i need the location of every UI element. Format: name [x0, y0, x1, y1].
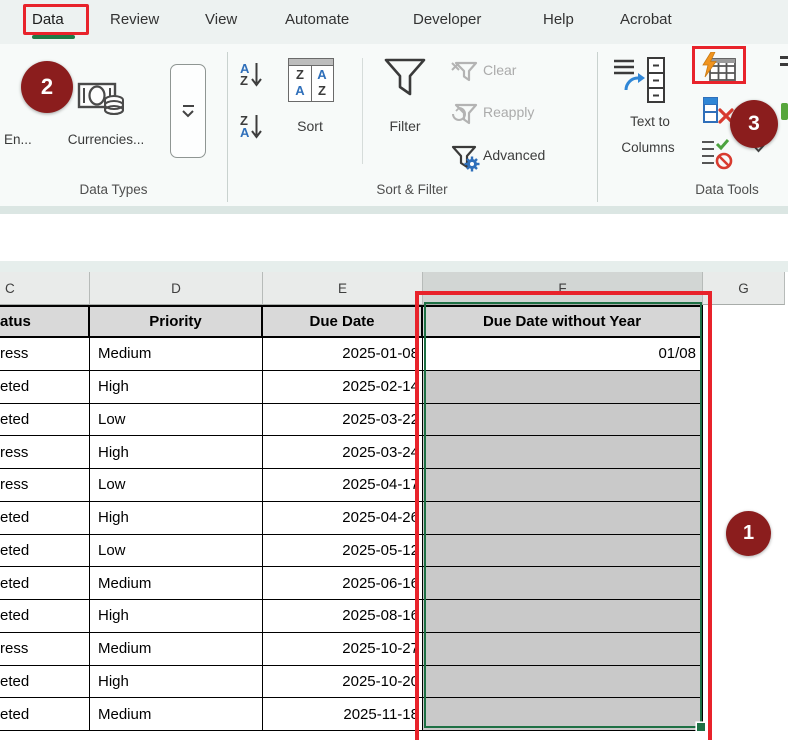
header-cell-status[interactable]: atus: [0, 305, 90, 338]
active-tab-underline: [32, 35, 75, 39]
status-cell[interactable]: ress: [0, 633, 90, 666]
priority-cell[interactable]: High: [90, 436, 263, 469]
due-date-cell[interactable]: 2025-04-26: [263, 502, 423, 535]
currency-icon: [76, 80, 130, 126]
annotation-box-data-tab: [23, 4, 89, 35]
chevron-down-icon: [182, 110, 194, 118]
priority-cell[interactable]: Low: [90, 469, 263, 502]
annotation-badge-2: 2: [21, 61, 73, 113]
priority-cell[interactable]: Low: [90, 404, 263, 437]
clipped-icon-fragment-green: [781, 103, 788, 120]
priority-cell[interactable]: High: [90, 502, 263, 535]
annotation-box-column-f: [415, 291, 712, 740]
due-date-cell[interactable]: 2025-10-20: [263, 666, 423, 699]
annotation-badge-3: 3: [730, 100, 778, 148]
status-cell[interactable]: eted: [0, 698, 90, 731]
due-date-cell[interactable]: 2025-01-08: [263, 338, 423, 371]
status-cell[interactable]: eted: [0, 666, 90, 699]
arrow-down-icon: [251, 62, 262, 88]
group-label-data-tools: Data Tools: [657, 182, 788, 197]
priority-cell[interactable]: High: [90, 666, 263, 699]
data-type-item-partial[interactable]: En...: [4, 132, 32, 147]
tab-developer[interactable]: Developer: [413, 11, 481, 28]
annotation-box-flash-fill: [692, 46, 746, 84]
priority-cell[interactable]: Medium: [90, 698, 263, 731]
sort-descending-button[interactable]: Z A: [240, 114, 262, 140]
column-header-g[interactable]: G: [703, 272, 785, 305]
column-header-c[interactable]: C: [0, 272, 90, 305]
priority-cell[interactable]: High: [90, 600, 263, 633]
status-cell[interactable]: eted: [0, 502, 90, 535]
due-date-cell[interactable]: 2025-04-17: [263, 469, 423, 502]
due-date-cell[interactable]: 2025-10-27: [263, 633, 423, 666]
reapply-filter-icon: [450, 102, 480, 128]
excel-window: Data Review View Automate Developer Help…: [0, 0, 788, 740]
sort-dialog-icon: Z A A Z: [288, 58, 334, 102]
clear-filter-label[interactable]: Clear: [483, 62, 516, 78]
due-date-cell[interactable]: 2025-11-18: [263, 698, 423, 731]
ribbon-bottom-edge: [0, 206, 788, 214]
text-to-columns-icon: [612, 56, 668, 104]
tab-review[interactable]: Review: [110, 11, 159, 28]
data-types-gallery-more-button[interactable]: [170, 64, 206, 158]
advanced-filter-icon: [448, 144, 480, 172]
advanced-filter-label[interactable]: Advanced: [483, 147, 545, 163]
group-separator: [362, 58, 363, 164]
tab-help[interactable]: Help: [543, 11, 574, 28]
status-cell[interactable]: eted: [0, 404, 90, 437]
group-label-sort-filter: Sort & Filter: [227, 182, 597, 197]
due-date-cell[interactable]: 2025-08-16: [263, 600, 423, 633]
column-header-e[interactable]: E: [263, 272, 423, 305]
status-cell[interactable]: ress: [0, 436, 90, 469]
currencies-data-type[interactable]: [76, 80, 130, 126]
priority-cell[interactable]: Medium: [90, 338, 263, 371]
arrow-down-icon: [251, 114, 262, 140]
column-header-d[interactable]: D: [90, 272, 263, 305]
group-label-data-types: Data Types: [0, 182, 227, 197]
text-to-columns-label-2[interactable]: Columns: [610, 140, 686, 155]
due-date-cell[interactable]: 2025-03-22: [263, 404, 423, 437]
group-separator: [597, 52, 598, 202]
annotation-badge-1: 1: [726, 511, 771, 556]
group-separator: [227, 52, 228, 202]
status-cell[interactable]: eted: [0, 371, 90, 404]
priority-cell[interactable]: Medium: [90, 567, 263, 600]
text-to-columns-label-1[interactable]: Text to: [612, 114, 688, 129]
clipped-icon-fragment: [780, 63, 788, 66]
formula-bar-edge: [0, 261, 788, 272]
sort-ascending-button[interactable]: A Z: [240, 62, 262, 88]
ribbon-tab-bar: Data Review View Automate Developer Help…: [0, 0, 788, 44]
due-date-cell[interactable]: 2025-06-16: [263, 567, 423, 600]
sort-button-label[interactable]: Sort: [278, 118, 342, 134]
status-cell[interactable]: ress: [0, 469, 90, 502]
priority-cell[interactable]: Medium: [90, 633, 263, 666]
clipped-icon-fragment: [780, 56, 788, 59]
sort-za-icon: Z A: [240, 115, 249, 139]
due-date-cell[interactable]: 2025-02-14: [263, 371, 423, 404]
tab-automate[interactable]: Automate: [285, 11, 349, 28]
reapply-filter-label[interactable]: Reapply: [483, 104, 534, 120]
header-cell-due-date[interactable]: Due Date: [263, 305, 423, 338]
filter-button-label[interactable]: Filter: [376, 118, 434, 134]
status-cell[interactable]: eted: [0, 600, 90, 633]
header-cell-priority[interactable]: Priority: [90, 305, 263, 338]
tab-acrobat[interactable]: Acrobat: [620, 11, 672, 28]
priority-cell[interactable]: Low: [90, 535, 263, 568]
gallery-more-icon: [183, 105, 194, 107]
tab-view[interactable]: View: [205, 11, 237, 28]
ribbon: En... Currencies...: [0, 44, 788, 206]
sort-az-icon: A Z: [240, 63, 249, 87]
due-date-cell[interactable]: 2025-03-24: [263, 436, 423, 469]
currencies-label[interactable]: Currencies...: [58, 132, 154, 147]
filter-funnel-icon: [382, 56, 428, 102]
clear-filter-icon: [450, 60, 480, 84]
priority-cell[interactable]: High: [90, 371, 263, 404]
data-validation-icon: [700, 138, 734, 170]
status-cell[interactable]: eted: [0, 567, 90, 600]
status-cell[interactable]: eted: [0, 535, 90, 568]
due-date-cell[interactable]: 2025-05-12: [263, 535, 423, 568]
status-cell[interactable]: ress: [0, 338, 90, 371]
